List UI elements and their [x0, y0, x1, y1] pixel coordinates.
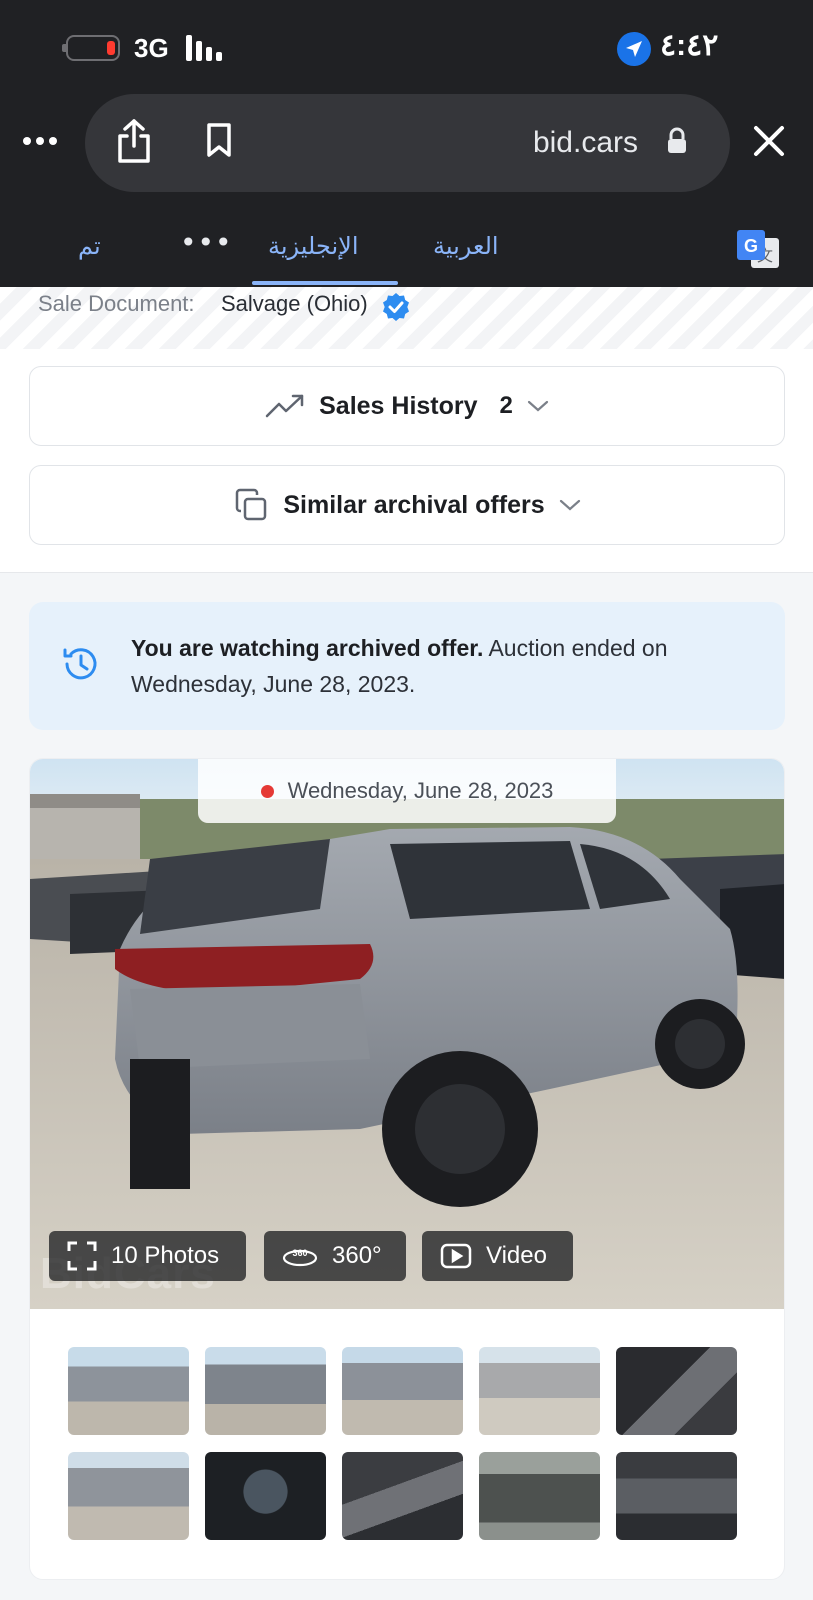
- archived-notice-bold: You are watching archived offer.: [131, 635, 484, 661]
- view-360-label: 360°: [332, 1242, 382, 1269]
- clock: ٤:٤٢: [660, 29, 719, 62]
- similar-offers-label: Similar archival offers: [283, 490, 545, 519]
- gallery-card: Wednesday, June 28, 2023 BidCars 10 Phot…: [29, 758, 785, 1580]
- selected-tab-indicator: [252, 281, 398, 285]
- sales-history-count: 2: [499, 392, 513, 419]
- play-video-icon: [440, 1243, 472, 1269]
- sale-document-label: Sale Document:: [38, 291, 195, 316]
- archived-notice: You are watching archived offer. Auction…: [29, 602, 785, 730]
- fullscreen-icon: [67, 1241, 97, 1271]
- thumbnail[interactable]: [68, 1452, 189, 1540]
- thumbnail[interactable]: [616, 1347, 737, 1435]
- svg-text:360: 360: [292, 1248, 307, 1258]
- similar-offers-accordion[interactable]: Similar archival offers: [29, 465, 785, 545]
- thumbnail[interactable]: [68, 1347, 189, 1435]
- chevron-down-icon: [559, 499, 580, 511]
- rotate-360-icon: 360: [282, 1248, 318, 1267]
- photos-label: 10 Photos: [111, 1242, 220, 1269]
- sales-history-label: Sales History: [319, 391, 478, 420]
- url-text[interactable]: bid.cars: [533, 126, 638, 160]
- tab-arabic[interactable]: العربية: [433, 232, 499, 260]
- google-translate-icon[interactable]: 文 G: [737, 230, 781, 270]
- translate-done-button[interactable]: تم: [78, 232, 101, 260]
- view-360-button[interactable]: 360 360°: [264, 1231, 406, 1281]
- signal-icon: [186, 35, 222, 61]
- video-button[interactable]: Video: [422, 1231, 573, 1281]
- close-icon[interactable]: [752, 124, 786, 163]
- photos-button[interactable]: 10 Photos: [49, 1231, 246, 1281]
- status-bar: 3G ٤:٤٢: [0, 0, 813, 92]
- sales-history-accordion[interactable]: Sales History 2: [29, 366, 785, 446]
- trend-up-icon: [265, 394, 304, 418]
- sale-document-value: Salvage (Ohio): [221, 291, 368, 316]
- archived-notice-text: You are watching archived offer. Auction…: [131, 630, 751, 702]
- history-icon: [61, 644, 101, 689]
- chevron-down-icon: [527, 400, 548, 412]
- video-label: Video: [486, 1242, 547, 1269]
- main-vehicle-photo[interactable]: Wednesday, June 28, 2023 BidCars 10 Phot…: [30, 759, 784, 1309]
- accordion-section: Sales History 2 Similar archival offers: [0, 349, 813, 573]
- thumbnail[interactable]: [205, 1452, 326, 1540]
- more-icon[interactable]: [22, 130, 62, 160]
- tab-english[interactable]: الإنجليزية: [268, 232, 359, 260]
- lock-icon: [666, 127, 688, 160]
- browser-toolbar: bid.cars: [0, 92, 813, 202]
- bookmark-icon[interactable]: [205, 122, 233, 163]
- live-dot-icon: [260, 784, 274, 798]
- battery-icon: [62, 35, 120, 61]
- thumbnail[interactable]: [616, 1452, 737, 1540]
- svg-text:G: G: [744, 236, 758, 256]
- thumbnail[interactable]: [479, 1452, 600, 1540]
- sale-document-row: Sale Document: Salvage (Ohio): [0, 287, 813, 349]
- auction-date-tag: Wednesday, June 28, 2023: [198, 759, 616, 823]
- translate-bar: تم ••• الإنجليزية العربية 文 G: [0, 202, 813, 287]
- translate-more-button[interactable]: •••: [180, 226, 233, 259]
- location-icon: [617, 32, 651, 66]
- thumbnail[interactable]: [479, 1347, 600, 1435]
- thumbnail[interactable]: [342, 1347, 463, 1435]
- copy-icon: [236, 488, 267, 521]
- verified-icon: [381, 292, 411, 327]
- network-type: 3G: [134, 33, 169, 63]
- thumbnail[interactable]: [205, 1347, 326, 1435]
- share-icon[interactable]: [115, 118, 153, 169]
- auction-date: Wednesday, June 28, 2023: [287, 778, 554, 803]
- thumbnail[interactable]: [342, 1452, 463, 1540]
- address-bar[interactable]: bid.cars: [85, 94, 730, 192]
